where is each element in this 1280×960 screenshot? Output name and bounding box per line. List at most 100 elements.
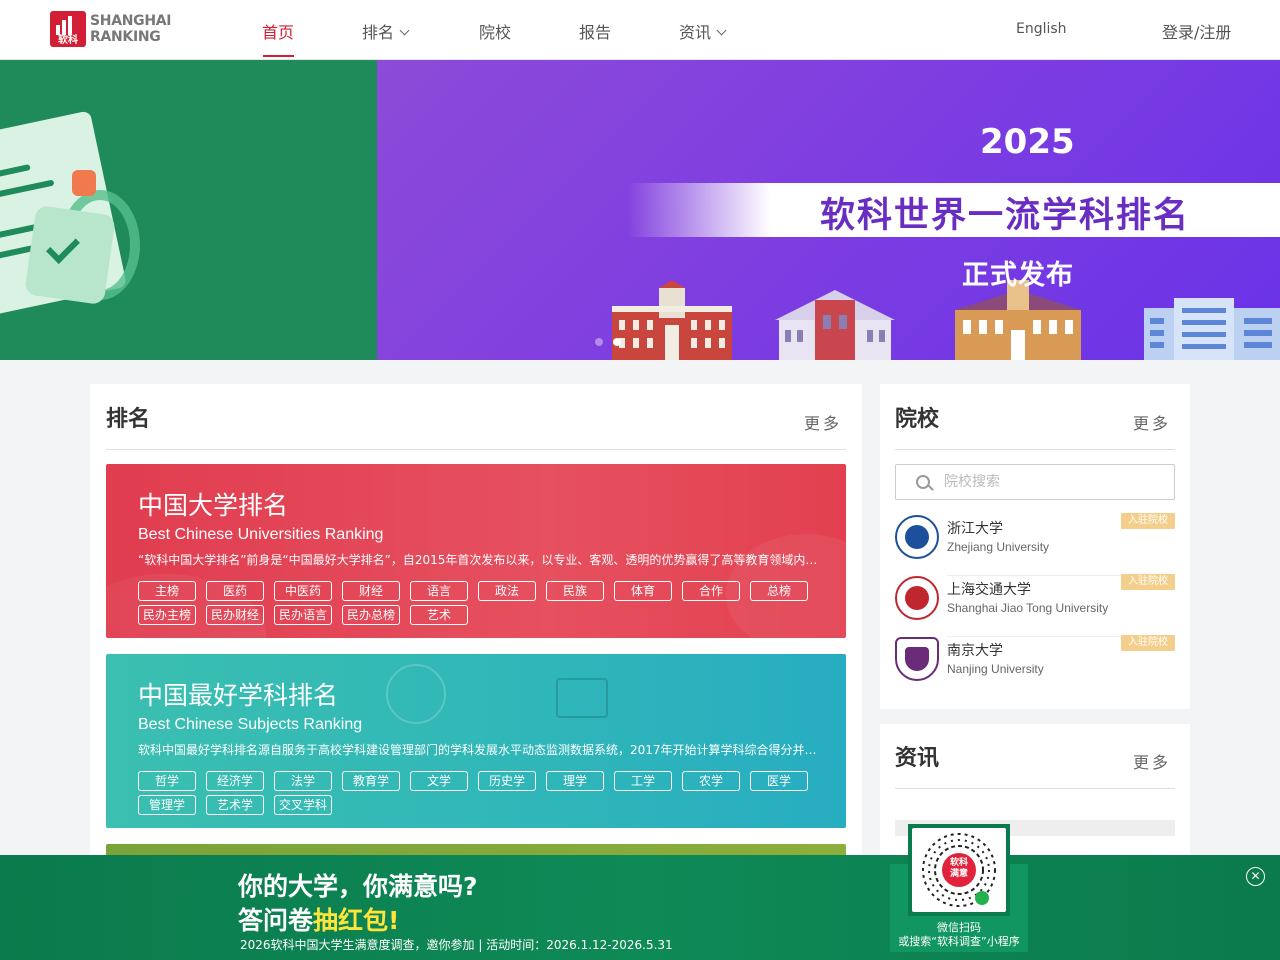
banner-prev-slide bbox=[0, 60, 377, 360]
promo-headline: 你的大学，你满意吗? bbox=[238, 872, 478, 901]
ranking-tag[interactable]: 医药 bbox=[206, 581, 264, 601]
subject-tag[interactable]: 哲学 bbox=[138, 771, 196, 791]
chevron-down-icon bbox=[716, 25, 727, 36]
monitor-decoration-icon bbox=[556, 678, 608, 718]
schools-panel-title: 院校 bbox=[895, 407, 940, 432]
qr-caption-1: 微信扫码 bbox=[937, 921, 981, 934]
news-more-link[interactable]: 更多 bbox=[1133, 749, 1171, 773]
checkbox-illustration-icon bbox=[24, 204, 116, 306]
news-divider bbox=[895, 788, 1175, 789]
card-title-en: Best Chinese Subjects Ranking bbox=[138, 716, 363, 733]
ranking-tag[interactable]: 民办主榜 bbox=[138, 605, 196, 625]
school-item-zju[interactable]: 浙江大学 Zhejiang University 入驻院校 bbox=[895, 513, 1175, 576]
subject-tag[interactable]: 理学 bbox=[546, 771, 604, 791]
ranking-more-link[interactable]: 更多 bbox=[804, 410, 842, 434]
ranking-card-bcsr[interactable]: 中国最好学科排名 Best Chinese Subjects Ranking 软… bbox=[106, 654, 846, 828]
site-logo[interactable]: 软科 SHANGHAI RANKING bbox=[50, 11, 172, 47]
ranking-panel-title: 排名 bbox=[106, 407, 151, 432]
chevron-down-icon bbox=[399, 25, 410, 36]
school-name-en: Shanghai Jiao Tong University bbox=[947, 601, 1109, 615]
school-badge: 入驻院校 bbox=[1121, 574, 1175, 590]
schools-more-link[interactable]: 更多 bbox=[1133, 410, 1171, 434]
qr-caption-2: 或搜索“软科调查”小程序 bbox=[898, 935, 1020, 948]
ranking-tag[interactable]: 民办财经 bbox=[206, 605, 264, 625]
card-description: “软科中国大学排名”前身是“中国最好大学排名”，自2015年首次发布以来，以专业… bbox=[138, 553, 818, 567]
card-title-cn: 中国最好学科排名 bbox=[138, 681, 339, 710]
nav-schools[interactable]: 院校 bbox=[479, 19, 511, 43]
nav-active-indicator bbox=[263, 55, 294, 57]
close-promo-button[interactable]: ✕ bbox=[1246, 867, 1265, 886]
ranking-tag[interactable]: 主榜 bbox=[138, 581, 196, 601]
logo-mark-icon: 软科 bbox=[50, 11, 86, 47]
schools-divider bbox=[895, 449, 1175, 450]
qr-center-badge: 软科 满意 bbox=[949, 858, 968, 879]
ranking-tag[interactable]: 财经 bbox=[342, 581, 400, 601]
subject-tag[interactable]: 历史学 bbox=[478, 771, 536, 791]
login-register-link[interactable]: 登录/注册 bbox=[1162, 19, 1231, 43]
building-illustration-icon bbox=[775, 290, 895, 360]
subject-tag[interactable]: 教育学 bbox=[342, 771, 400, 791]
school-search-input[interactable] bbox=[944, 471, 1164, 493]
nav-news[interactable]: 资讯 bbox=[679, 19, 727, 43]
subject-tag[interactable]: 法学 bbox=[274, 771, 332, 791]
card-description: 软科中国最好学科排名源自服务于高校学科建设管理部门的学科发展水平动态监测数据系统… bbox=[138, 743, 818, 757]
promo-subheadline-prefix: 答问卷 bbox=[238, 906, 314, 935]
ranking-tag[interactable]: 艺术 bbox=[410, 605, 468, 625]
survey-promo-bar[interactable]: 你的大学，你满意吗? 答问卷抽红包! 2026软科中国大学生满意度调查，邀你参加… bbox=[0, 855, 1280, 960]
qr-frame: 软科 满意 bbox=[908, 824, 1010, 916]
ranking-tag[interactable]: 中医药 bbox=[274, 581, 332, 601]
ranking-divider bbox=[106, 449, 846, 450]
subject-tag[interactable]: 农学 bbox=[682, 771, 740, 791]
building-illustration-icon bbox=[612, 280, 732, 360]
school-badge: 入驻院校 bbox=[1121, 513, 1175, 529]
ranking-tag[interactable]: 总榜 bbox=[750, 581, 808, 601]
pointer-hand-icon bbox=[72, 170, 96, 196]
subject-tag[interactable]: 文学 bbox=[410, 771, 468, 791]
ranking-tag[interactable]: 政法 bbox=[478, 581, 536, 601]
ranking-tag[interactable]: 体育 bbox=[614, 581, 672, 601]
card-title-cn: 中国大学排名 bbox=[138, 491, 289, 520]
zju-emblem-icon bbox=[895, 515, 939, 559]
banner-year: 2025 bbox=[980, 122, 1075, 162]
promo-details: 2026软科中国大学生满意度调查，邀你参加 | 活动时间：2026.1.12-2… bbox=[240, 938, 673, 952]
school-name-cn: 上海交通大学 bbox=[947, 582, 1031, 598]
qr-code-icon: 软科 满意 bbox=[912, 828, 1006, 912]
ranking-tag[interactable]: 合作 bbox=[682, 581, 740, 601]
language-switch[interactable]: English bbox=[1016, 21, 1067, 37]
ranking-tag[interactable]: 语言 bbox=[410, 581, 468, 601]
ranking-tag[interactable]: 民办语言 bbox=[274, 605, 332, 625]
school-item-nju[interactable]: 南京大学 Nanjing University 入驻院校 bbox=[895, 635, 1175, 698]
news-panel-title: 资讯 bbox=[895, 746, 940, 771]
nav-ranking[interactable]: 排名 bbox=[362, 19, 410, 43]
mini-program-qr[interactable]: 软科 满意 微信扫码 或搜索“软科调查”小程序 bbox=[890, 824, 1028, 952]
school-item-sjtu[interactable]: 上海交通大学 Shanghai Jiao Tong University 入驻院… bbox=[895, 574, 1175, 637]
banner-subtitle: 正式发布 bbox=[962, 260, 1074, 291]
nav-home[interactable]: 首页 bbox=[262, 19, 294, 43]
nav-ranking-label: 排名 bbox=[362, 23, 395, 42]
logo-line2: RANKING bbox=[90, 29, 161, 45]
building-illustration-icon bbox=[1144, 298, 1280, 360]
ranking-tag[interactable]: 民办总榜 bbox=[342, 605, 400, 625]
subject-tag[interactable]: 交叉学科 bbox=[274, 795, 332, 815]
nav-reports[interactable]: 报告 bbox=[579, 19, 611, 43]
hero-banner[interactable]: 2025 软科世界一流学科排名 正式发布 bbox=[0, 60, 1280, 360]
ranking-card-bcur[interactable]: 中国大学排名 Best Chinese Universities Ranking… bbox=[106, 464, 846, 638]
carousel-dot-2[interactable] bbox=[613, 338, 621, 346]
subject-tag[interactable]: 工学 bbox=[614, 771, 672, 791]
site-header: 软科 SHANGHAI RANKING 首页 排名 院校 报告 资讯 Engli… bbox=[0, 0, 1280, 60]
nav-news-label: 资讯 bbox=[679, 23, 712, 42]
carousel-dot-1[interactable] bbox=[595, 338, 603, 346]
subject-tag[interactable]: 经济学 bbox=[206, 771, 264, 791]
logo-cn-text: 软科 bbox=[58, 35, 78, 46]
ranking-tag[interactable]: 民族 bbox=[546, 581, 604, 601]
search-icon bbox=[916, 475, 930, 489]
banner-title: 软科世界一流学科排名 bbox=[820, 196, 1191, 236]
subject-tag[interactable]: 管理学 bbox=[138, 795, 196, 815]
subject-tag[interactable]: 艺术学 bbox=[206, 795, 264, 815]
school-name-en: Nanjing University bbox=[947, 662, 1044, 676]
subject-tag[interactable]: 医学 bbox=[750, 771, 808, 791]
school-badge: 入驻院校 bbox=[1121, 635, 1175, 651]
school-name-cn: 浙江大学 bbox=[947, 521, 1003, 537]
sjtu-emblem-icon bbox=[895, 576, 939, 620]
card-title-en: Best Chinese Universities Ranking bbox=[138, 526, 384, 543]
